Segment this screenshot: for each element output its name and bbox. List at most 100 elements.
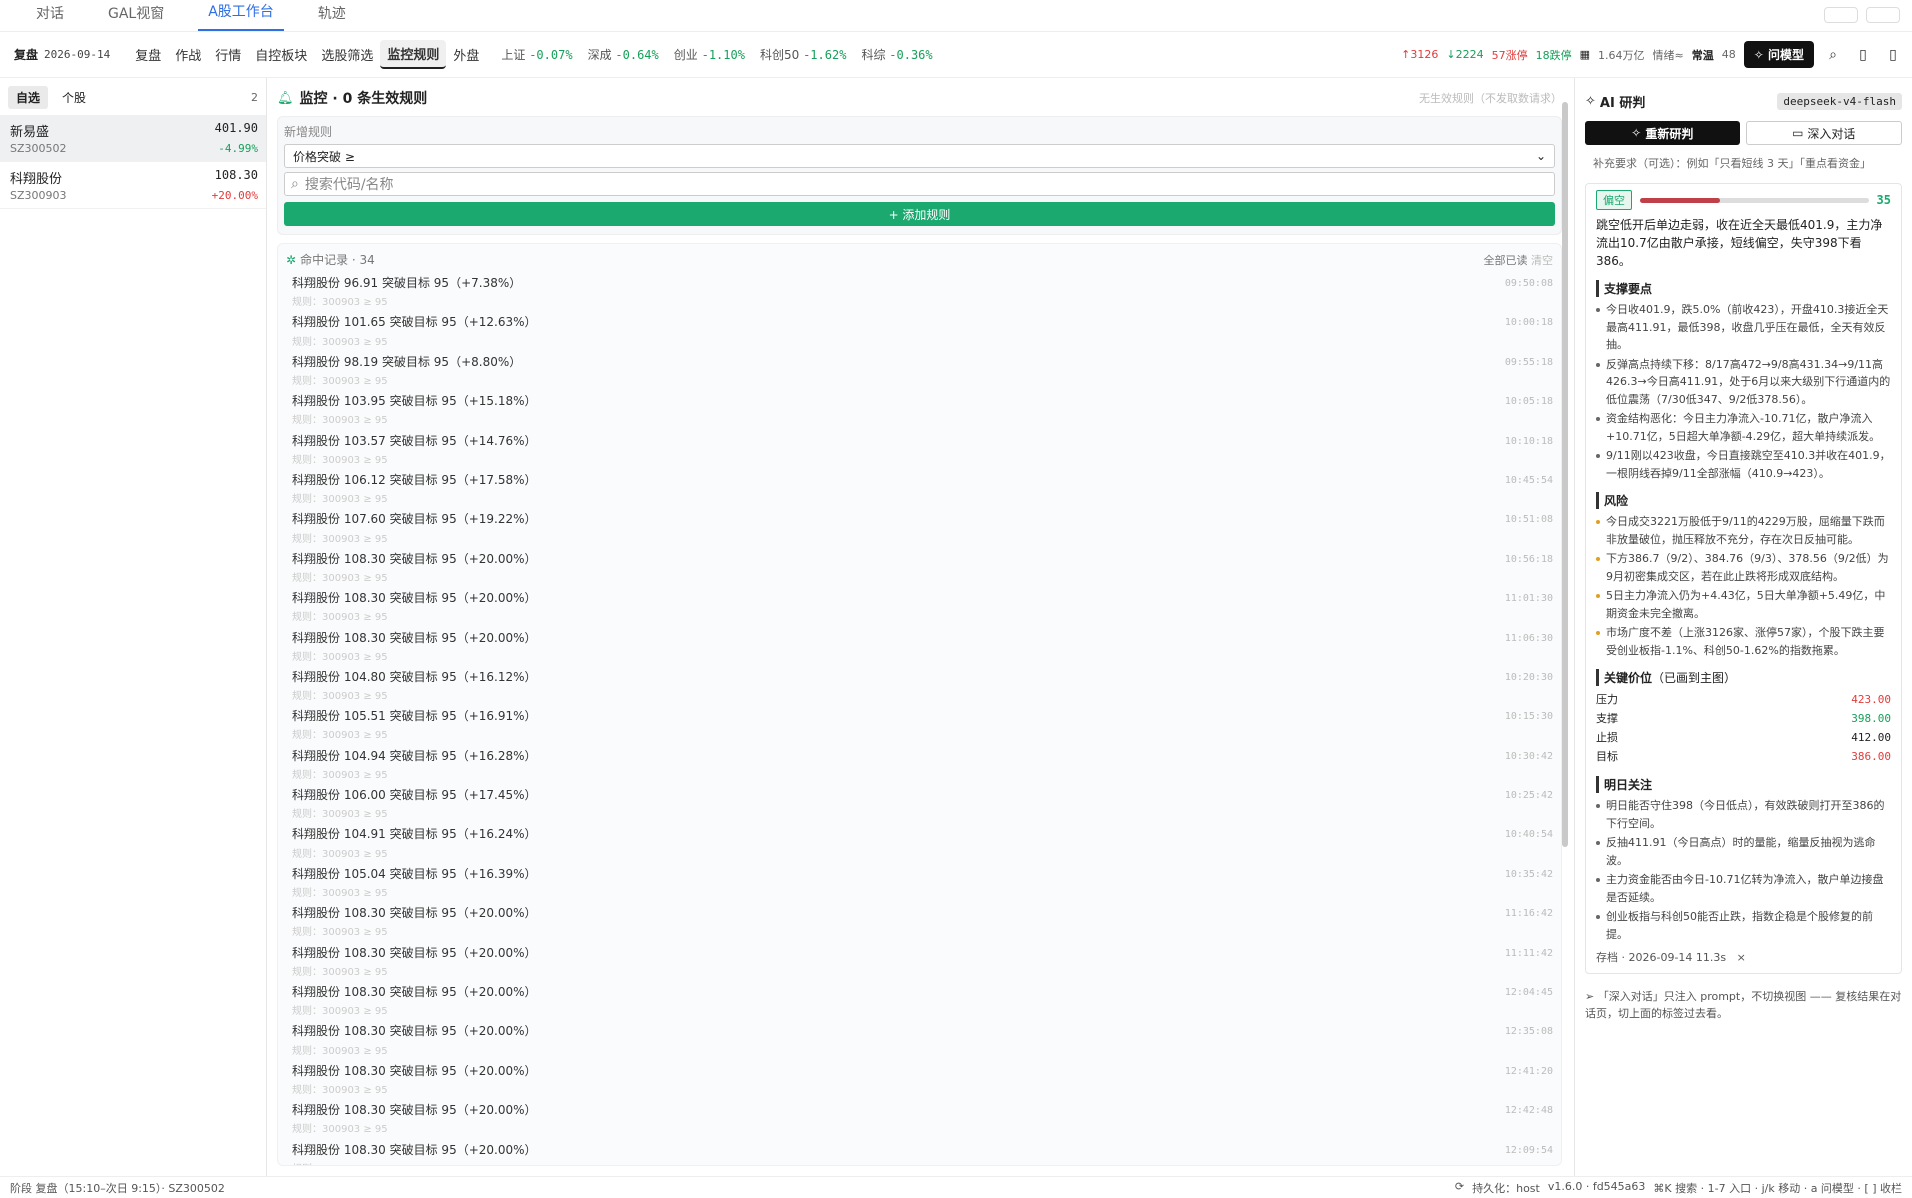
hit-rule: 规则：300903 ≥ 95 [292,415,388,427]
new-rule-form: 新增规则 价格突破 ≥ ⌄ ⌕ 搜索代码/名称 + 添加规则 [277,116,1562,235]
hit-row[interactable]: 科翔股份 104.94 突破目标 95（+16.28%） 10:30:42 规则：3… [282,744,1557,783]
index-sz: 深成 -0.64% [587,48,659,62]
hit-row[interactable]: 科翔股份 107.60 突破目标 95（+19.22%） 10:51:08 规则：3… [282,507,1557,546]
tab-single-stock[interactable]: 个股 [54,86,94,109]
mark-all-read-button[interactable]: 全部已读 [1484,254,1528,267]
hit-text: 科翔股份 107.60 突破目标 95（+19.22%） [292,512,537,527]
tab-gal[interactable]: GAL视窗 [98,3,174,31]
deep-chat-button[interactable]: ▭ 深入对话 [1745,121,1902,145]
hit-row[interactable]: 科翔股份 105.51 突破目标 95（+16.91%） 10:15:30 规则：3… [282,704,1557,743]
hit-row[interactable]: 科翔股份 108.30 突破目标 95（+20.00%） 11:11:42 规则：3… [282,941,1557,980]
hit-row[interactable]: 科翔股份 98.19 突破目标 95（+8.80%） 09:55:18 规则：300… [282,350,1557,389]
monitor-hint: 无生效规则（不发取数请求） [1419,92,1562,105]
extra-request-input[interactable]: 补充要求（可选）：例如「只看短线 3 天」「重点看资金」 [1593,155,1902,171]
hit-rule: 规则：300903 ≥ 95 [292,888,388,900]
hit-text: 科翔股份 98.19 突破目标 95（+8.80%） [292,354,522,369]
right-panel-toggle-icon[interactable]: ▯ [1882,44,1904,66]
tab-watchlist[interactable]: 自选 [8,86,49,109]
hit-time: 12:09:54 [1504,1144,1553,1156]
watchlist-count: 2 [251,91,258,104]
hit-row[interactable]: 科翔股份 106.12 突破目标 95（+17.58%） 10:45:54 规则：3… [282,468,1557,507]
status-phase: 阶段 复盘（15:10–次日 9:15）· SZ300502 [10,1181,225,1195]
hit-row[interactable]: 科翔股份 108.30 突破目标 95（+20.00%） 11:06:30 规则：3… [282,626,1557,665]
nav-quotes[interactable]: 行情 [208,41,248,68]
hit-rule: 规则：300903 ≥ 95 [292,494,388,506]
hit-rule: 规则：300903 ≥ 95 [292,533,388,545]
tab-a-share[interactable]: A股工作台 [198,1,284,31]
level-label: 支撑 [1596,712,1618,725]
tab-trace[interactable]: 轨迹 [308,3,356,31]
levels-table: 压力 423.00 支撑 398.00 止损 412.00 目标 386.00 [1596,690,1891,766]
layout-toggle-a[interactable] [1824,7,1858,23]
search-icon[interactable]: ⌕ [1822,44,1844,66]
hit-records: ✲ 命中记录 · 34 全部已读 清空 科翔股份 96.91 突破目标 95（+… [277,243,1562,1166]
risk-point: 今日成交3221万股低于9/11的4229万股，屈缩量下跌而非放量破位，抛压释放… [1596,513,1891,548]
hit-rule: 规则：300903 ≥ 95 [292,1045,388,1057]
hit-time: 09:50:08 [1504,278,1553,289]
support-point: 反弹高点持续下移：8/17高472→9/8高431.34→9/11高426.3→… [1596,356,1891,409]
search-icon: ⌕ [291,176,299,192]
hit-row[interactable]: 科翔股份 108.30 突破目标 95（+20.00%） 12:42:48 规则：3… [282,1098,1557,1137]
hit-row[interactable]: 科翔股份 108.30 突破目标 95（+20.00%） 11:16:42 规则：3… [282,901,1557,940]
sparkle-icon: ✧ [1753,48,1764,62]
hit-row[interactable]: 科翔股份 103.95 突破目标 95（+15.18%） 10:05:18 规则：3… [282,389,1557,428]
hit-row[interactable]: 科翔股份 108.30 突破目标 95（+20.00%） 10:56:18 规则：3… [282,547,1557,586]
hit-row[interactable]: 科翔股份 104.80 突破目标 95（+16.12%） 10:20:30 规则：3… [282,665,1557,704]
redo-analysis-button[interactable]: ✧ 重新研判 [1585,121,1740,145]
nav-monitor[interactable]: 监控规则 [380,40,447,69]
hit-row[interactable]: 科翔股份 108.30 突破目标 95（+20.00%） 11:01:30 规则：3… [282,586,1557,625]
hit-row[interactable]: 科翔股份 105.04 突破目标 95（+16.39%） 10:35:42 规则：3… [282,862,1557,901]
gear-icon: ✲ [286,252,297,267]
monitor-title: 监控 · 0 条生效规则 [299,91,428,107]
add-rule-button[interactable]: + 添加规则 [284,202,1555,226]
rule-type-select[interactable]: 价格突破 ≥ ⌄ [284,144,1555,168]
index-kz: 科综 -0.36% [861,48,933,62]
nav-battle[interactable]: 作战 [168,41,208,68]
watch-heading: 明日关注 [1596,776,1891,793]
hit-text: 科翔股份 106.12 突破目标 95（+17.58%） [292,472,537,487]
watchlist-item[interactable]: 科翔股份 108.30 SZ300903 +20.00% [0,162,266,209]
model-badge[interactable]: deepseek-v4-flash [1777,93,1902,110]
level-value: 412.00 [1851,731,1891,744]
hit-row[interactable]: 科翔股份 96.91 突破目标 95（+7.38%） 09:50:08 规则：300… [282,271,1557,310]
hit-rule: 规则：300903 ≥ 95 [292,966,388,978]
send-icon: ➢ [1585,990,1595,1003]
stock-code: SZ300502 [10,142,67,155]
hit-row[interactable]: 科翔股份 101.65 突破目标 95（+12.63%） 10:00:18 规则：3… [282,310,1557,349]
hit-text: 科翔股份 108.30 突破目标 95（+20.00%） [292,945,537,960]
hit-row[interactable]: 科翔股份 106.00 突破目标 95（+17.45%） 10:25:42 规则：3… [282,783,1557,822]
clear-button[interactable]: 清空 [1531,254,1553,267]
scrollbar[interactable] [1560,94,1570,1170]
hit-rule: 规则：300903 ≥ 95 [292,651,388,663]
risk-point: 下方386.7（9/2）、384.76（9/3）、378.56（9/2低）为9月… [1596,550,1891,585]
limit-up-count: 57涨停 [1491,48,1528,62]
window-controls [1824,7,1912,31]
hit-row[interactable]: 科翔股份 108.30 突破目标 95（+20.00%） 12:41:20 规则：3… [282,1059,1557,1098]
hit-time: 10:35:42 [1504,868,1553,880]
version-info: v1.6.0 · fd545a63 [1547,1179,1646,1193]
hit-row[interactable]: 科翔股份 104.91 突破目标 95（+16.24%） 10:40:54 规则：3… [282,822,1557,861]
hit-row[interactable]: 科翔股份 103.57 突破目标 95（+14.76%） 10:10:18 规则：3… [282,429,1557,468]
close-icon[interactable]: × [1737,951,1746,964]
trade-date: 2026-09-14 [44,48,111,61]
nav-foreign[interactable]: 外盘 [446,41,486,68]
hit-rule: 规则：300903 ≥ 95 [292,927,388,939]
tab-chat[interactable]: 对话 [26,3,74,31]
stock-search-input[interactable]: ⌕ 搜索代码/名称 [284,172,1555,196]
layout-toggle-b[interactable] [1866,7,1900,23]
nav-sectors[interactable]: 自控板块 [248,41,314,68]
hit-row[interactable]: 科翔股份 108.30 突破目标 95（+20.00%） 12:04:45 规则：3… [282,980,1557,1019]
hit-row[interactable]: 科翔股份 108.30 突破目标 95（+20.00%） 12:35:08 规则：3… [282,1019,1557,1058]
nav-review[interactable]: 复盘 [128,41,168,68]
hit-rule: 规则：300903 ≥ 95 [292,848,388,860]
market-volume: 1.64万亿 [1598,48,1645,62]
mood-score: 48 [1721,48,1736,61]
hit-rule: 规则：300903 ≥ 95 [292,1006,388,1018]
left-panel-toggle-icon[interactable]: ▯ [1852,44,1874,66]
ask-model-button[interactable]: ✧ 问模型 [1743,41,1814,68]
hit-row[interactable]: 科翔股份 108.30 突破目标 95（+20.00%） 12:09:54 规则：3… [282,1138,1557,1165]
hit-time: 11:01:30 [1504,593,1553,605]
nav-screener[interactable]: 选股筛选 [314,41,380,68]
watch-point: 反抽411.91（今日高点）时的量能，缩量反抽视为逃命波。 [1596,834,1891,869]
watchlist-item[interactable]: 新易盛 401.90 SZ300502 -4.99% [0,115,266,162]
